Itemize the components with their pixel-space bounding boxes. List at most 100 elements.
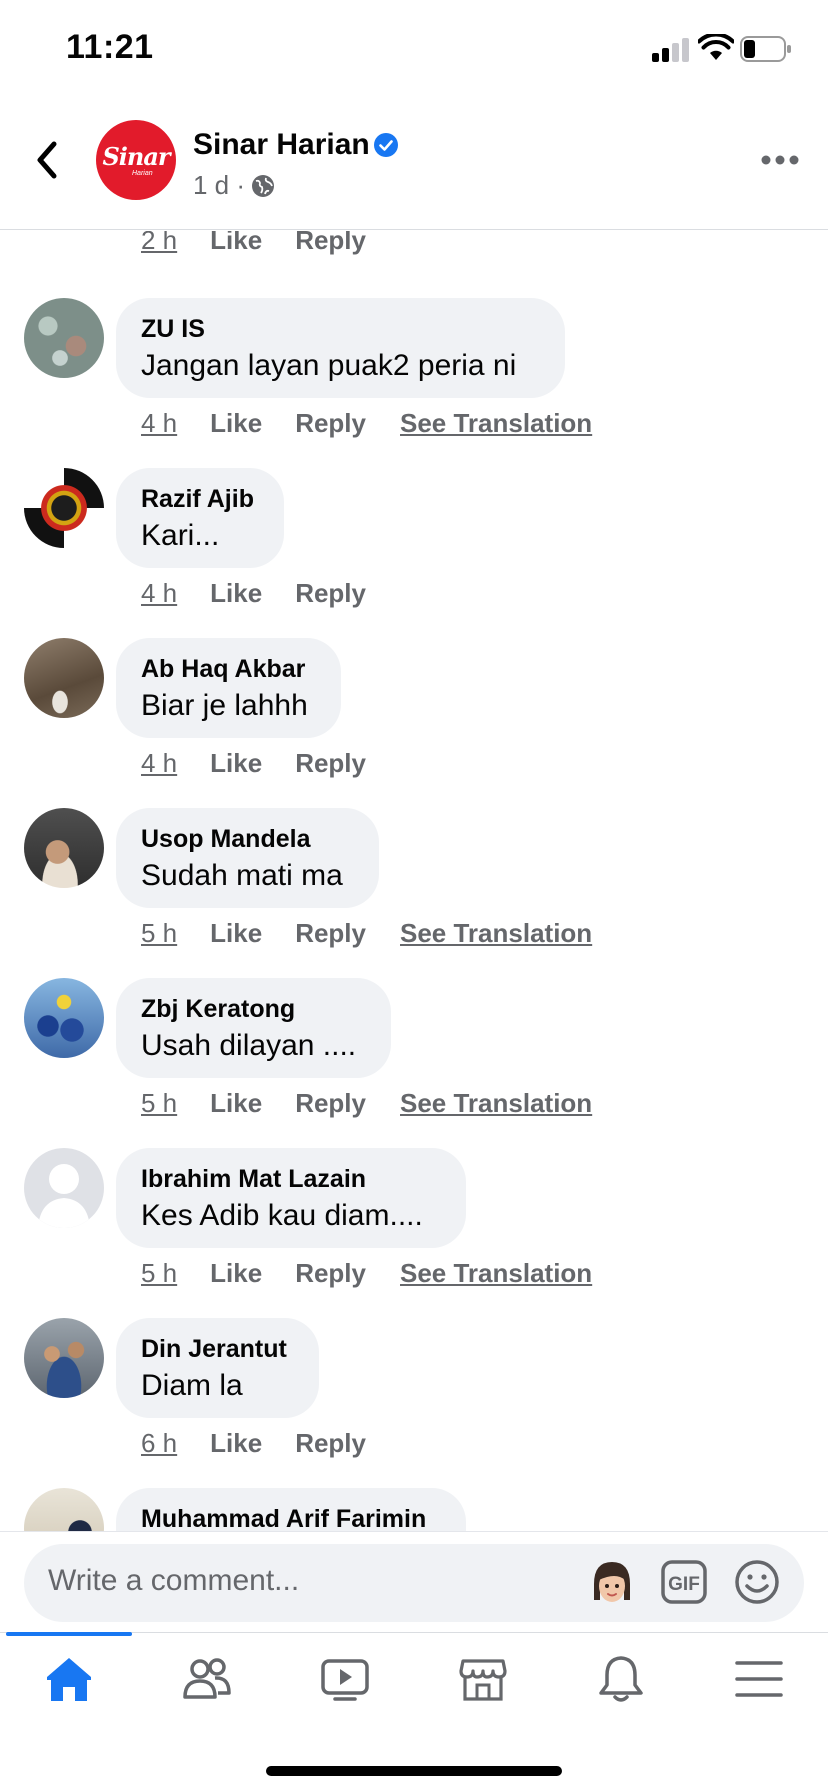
back-icon[interactable] <box>30 138 66 182</box>
comment-text: Jangan layan puak2 peria ni <box>141 349 517 382</box>
globe-icon <box>252 174 275 197</box>
comment-text: Sudah mati ma <box>141 859 343 892</box>
marketplace-icon <box>459 1659 507 1701</box>
logo-text: Sinar <box>102 142 170 171</box>
comment-bubble[interactable]: Ibrahim Mat Lazain Kes Adib kau diam.... <box>116 1148 466 1248</box>
friends-icon <box>183 1658 231 1699</box>
tab-watch[interactable] <box>276 1653 414 1723</box>
comment-time[interactable]: 4 h <box>141 408 177 439</box>
comment-actions: 5 h Like Reply See Translation <box>141 1256 592 1290</box>
menu-icon <box>735 1661 783 1697</box>
comment-actions: 4 h Like Reply See Translation <box>141 406 592 440</box>
like-button[interactable]: Like <box>210 231 262 256</box>
reply-button[interactable]: Reply <box>295 231 366 256</box>
comment-actions: 4 h Like Reply <box>141 746 400 780</box>
comment-text: Biar je lahhh <box>141 689 308 722</box>
notifications-icon <box>599 1656 643 1702</box>
see-translation-link[interactable]: See Translation <box>400 918 592 949</box>
home-icon <box>47 1658 91 1701</box>
reply-button[interactable]: Reply <box>295 918 366 949</box>
like-button[interactable]: Like <box>210 578 262 609</box>
comment-bubble[interactable]: Usop Mandela Sudah mati ma <box>116 808 379 908</box>
status-time: 11:21 <box>66 28 154 66</box>
comment-author[interactable]: Ab Haq Akbar <box>141 652 316 686</box>
reply-button[interactable]: Reply <box>295 748 366 779</box>
default-avatar-icon[interactable] <box>24 1148 104 1228</box>
post-time: 1 d · <box>193 170 246 200</box>
tab-notifications[interactable] <box>552 1653 690 1723</box>
see-translation-link[interactable]: See Translation <box>400 1088 592 1119</box>
comment-author[interactable]: Razif Ajib <box>141 482 259 516</box>
comment-author[interactable]: Zbj Keratong <box>141 992 366 1026</box>
avatar[interactable] <box>24 978 104 1058</box>
like-button[interactable]: Like <box>210 408 262 439</box>
avatar[interactable] <box>24 1318 104 1398</box>
tab-marketplace[interactable] <box>414 1653 552 1723</box>
more-options-icon[interactable] <box>760 154 800 166</box>
like-button[interactable]: Like <box>210 1088 262 1119</box>
avatar[interactable] <box>24 1488 104 1531</box>
comment-author[interactable]: Ibrahim Mat Lazain <box>141 1162 441 1196</box>
comment-bubble[interactable]: ZU IS Jangan layan puak2 peria ni <box>116 298 565 398</box>
avatar[interactable] <box>24 638 104 718</box>
comment-text: Usah dilayan .... <box>141 1029 357 1062</box>
reply-button[interactable]: Reply <box>295 408 366 439</box>
watch-icon <box>321 1659 369 1701</box>
comment-placeholder: Write a comment... <box>48 1564 300 1597</box>
comment-time[interactable]: 4 h <box>141 748 177 779</box>
comment-time[interactable]: 6 h <box>141 1428 177 1459</box>
tab-friends[interactable] <box>138 1653 276 1723</box>
like-button[interactable]: Like <box>210 1428 262 1459</box>
see-translation-link[interactable]: See Translation <box>400 1258 592 1289</box>
comment-actions: 4 h Like Reply <box>141 576 400 610</box>
page-avatar[interactable]: Sinar Harian <box>96 120 176 200</box>
like-button[interactable]: Like <box>210 1258 262 1289</box>
svg-text:GIF: GIF <box>668 1574 700 1595</box>
avatar-sticker-icon[interactable] <box>588 1558 636 1608</box>
gif-icon[interactable]: GIF <box>660 1559 708 1605</box>
comments-list[interactable]: 2 h Like Reply ZU IS Jangan layan puak2 … <box>0 231 828 1531</box>
comment-time[interactable]: 4 h <box>141 578 177 609</box>
comment-time[interactable]: 5 h <box>141 1088 177 1119</box>
comment-bubble[interactable]: Din Jerantut Diam la <box>116 1318 319 1418</box>
wifi-icon <box>698 34 734 60</box>
reply-button[interactable]: Reply <box>295 1088 366 1119</box>
post-meta: 1 d · <box>193 170 275 201</box>
comment-bubble[interactable]: Ab Haq Akbar Biar je lahhh <box>116 638 341 738</box>
emoji-icon[interactable] <box>734 1559 780 1605</box>
comment-text: Diam la <box>141 1369 243 1402</box>
comment-composer: Write a comment... GIF <box>0 1531 828 1631</box>
tab-menu[interactable] <box>690 1653 828 1723</box>
comment-author[interactable]: Din Jerantut <box>141 1332 294 1366</box>
avatar[interactable] <box>24 808 104 888</box>
comment-time[interactable]: 5 h <box>141 1258 177 1289</box>
logo-subtext: Harian <box>132 170 153 177</box>
tab-home[interactable] <box>0 1653 138 1723</box>
avatar[interactable] <box>24 468 104 548</box>
reply-button[interactable]: Reply <box>295 1428 366 1459</box>
comment-bubble[interactable]: Zbj Keratong Usah dilayan .... <box>116 978 391 1078</box>
reply-button[interactable]: Reply <box>295 1258 366 1289</box>
comment-actions: 5 h Like Reply See Translation <box>141 916 592 950</box>
home-indicator <box>266 1766 562 1776</box>
comment-time[interactable]: 5 h <box>141 918 177 949</box>
page-name[interactable]: Sinar Harian <box>193 128 370 162</box>
comment-bubble[interactable]: Razif Ajib Kari... <box>116 468 284 568</box>
like-button[interactable]: Like <box>210 748 262 779</box>
verified-badge-icon <box>374 133 398 157</box>
comment-author[interactable]: Usop Mandela <box>141 822 354 856</box>
avatar[interactable] <box>24 298 104 378</box>
comment-bubble[interactable]: Muhammad Arif Farimin <box>116 1488 466 1531</box>
comment-time[interactable]: 2 h <box>141 231 177 256</box>
like-button[interactable]: Like <box>210 918 262 949</box>
comment-author[interactable]: ZU IS <box>141 312 540 346</box>
comment-input[interactable]: Write a comment... GIF <box>24 1544 804 1622</box>
see-translation-link[interactable]: See Translation <box>400 408 592 439</box>
comment-actions: 5 h Like Reply See Translation <box>141 1086 592 1120</box>
status-bar: 11:21 <box>0 0 828 100</box>
comment-author[interactable]: Muhammad Arif Farimin <box>141 1502 441 1531</box>
comment-text: Kari... <box>141 519 220 552</box>
reply-button[interactable]: Reply <box>295 578 366 609</box>
comment-text: Kes Adib kau diam.... <box>141 1199 423 1232</box>
active-tab-indicator <box>6 1632 132 1636</box>
